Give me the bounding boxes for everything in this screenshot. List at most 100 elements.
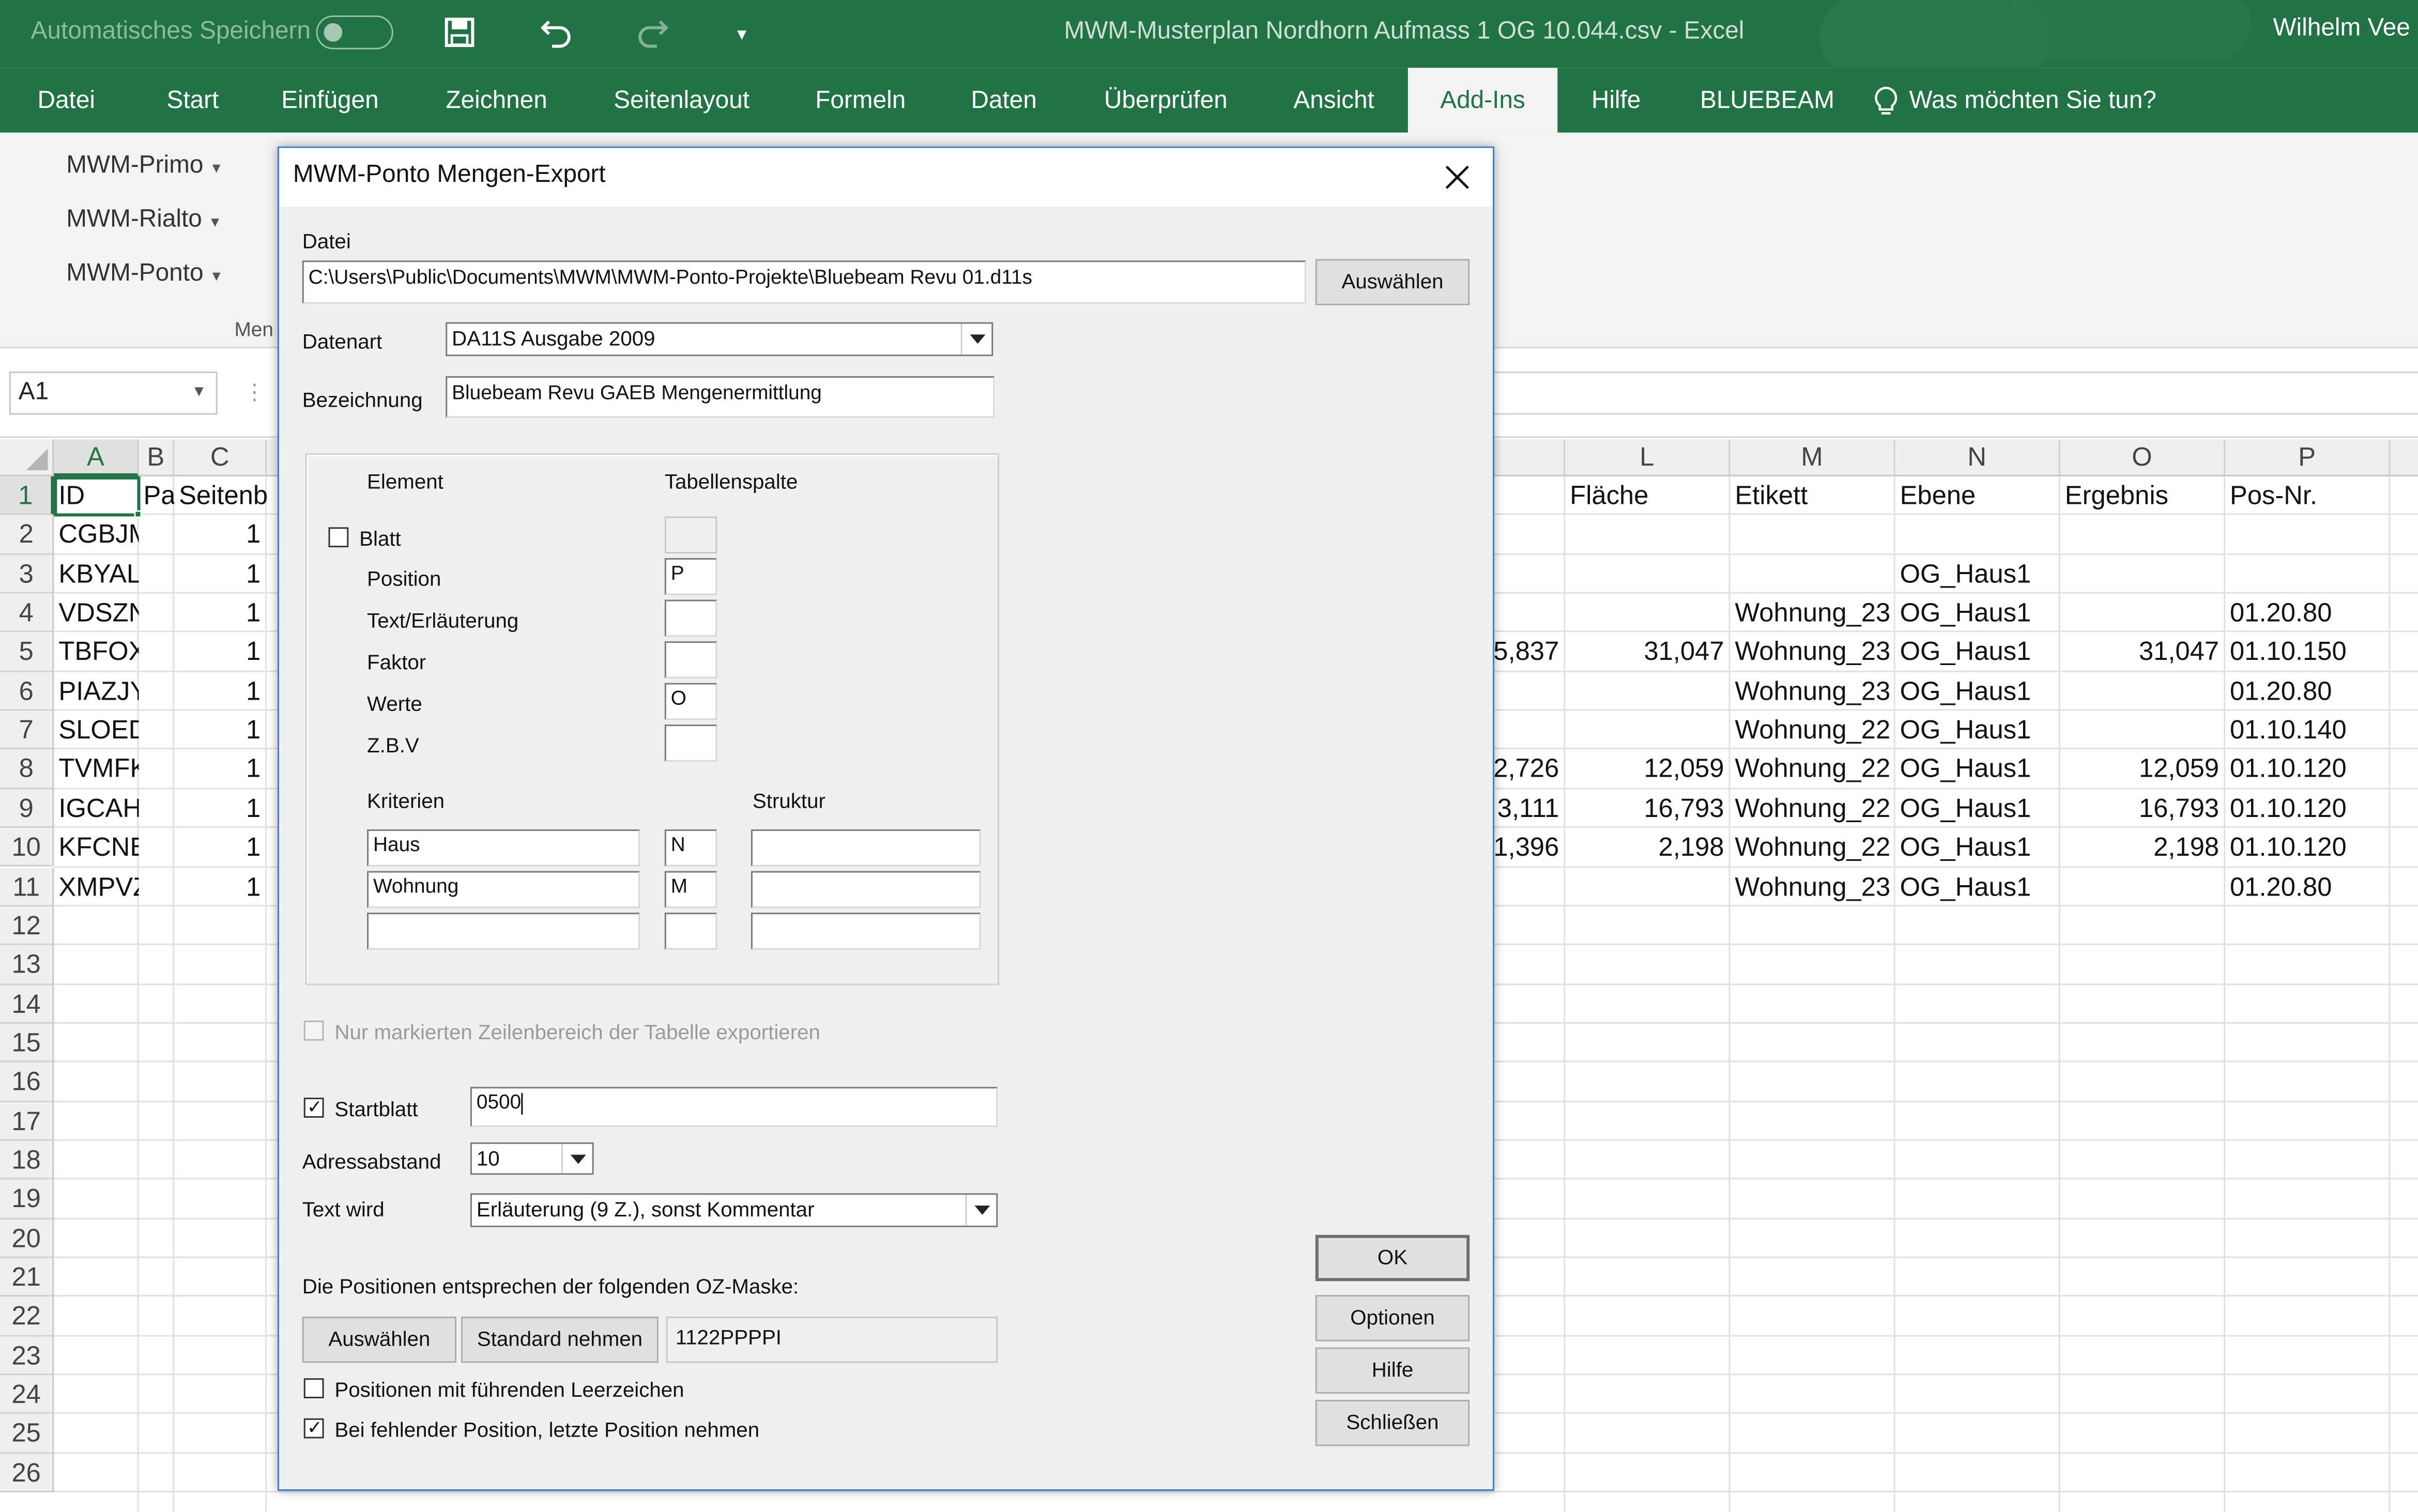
redo-icon[interactable] — [635, 16, 669, 56]
row-header[interactable]: 13 — [0, 945, 54, 985]
row-header[interactable]: 9 — [0, 789, 54, 828]
table-cell[interactable]: CGBJMM — [58, 515, 139, 554]
column-header-b[interactable]: B — [139, 439, 175, 476]
table-cell[interactable]: TBFOXZW — [58, 632, 139, 672]
adressabstand-select[interactable]: 10 — [470, 1142, 594, 1175]
table-cell[interactable]: VDSZNUE — [58, 594, 139, 633]
kriterium-3-column-field[interactable] — [664, 913, 717, 950]
column-header-a[interactable]: A — [54, 439, 139, 476]
row-header[interactable]: 14 — [0, 984, 54, 1024]
table-cell[interactable]: 01.10.120 — [2230, 828, 2418, 868]
row-header[interactable]: 26 — [0, 1453, 54, 1493]
row-header[interactable]: 20 — [0, 1218, 54, 1258]
table-cell[interactable]: Wohnung_22 — [1735, 828, 1896, 868]
table-cell[interactable]: Wohnung_23 — [1735, 867, 1896, 906]
customize-qat-icon[interactable]: ▾ — [737, 19, 746, 50]
table-cell[interactable]: 2,198 — [2060, 828, 2219, 868]
tab-formeln[interactable]: Formeln — [802, 68, 919, 132]
row-header[interactable]: 7 — [0, 711, 54, 750]
table-cell[interactable]: KFCNBAL — [58, 828, 139, 868]
column-header-p[interactable]: P — [2225, 439, 2391, 476]
datei-path-field[interactable]: C:\Users\Public\Documents\MWM\MWM-Ponto-… — [302, 260, 1306, 304]
row-header[interactable]: 2 — [0, 515, 54, 555]
kriterium-1-struktur-field[interactable] — [751, 829, 981, 867]
kriterium-3-name-field[interactable] — [367, 913, 640, 950]
mwm-ponto-button[interactable]: MWM-Ponto ▼ — [66, 260, 223, 288]
row-header[interactable]: 24 — [0, 1375, 54, 1414]
row-header[interactable]: 3 — [0, 554, 54, 594]
table-cell[interactable]: 31,047 — [1565, 632, 1724, 672]
table-cell[interactable]: OG_Haus1 — [1900, 711, 2127, 750]
column-header-l[interactable]: L — [1565, 439, 1731, 476]
table-cell[interactable]: OG_Haus1 — [1900, 672, 2127, 711]
dropdown-arrow-icon[interactable] — [561, 1144, 592, 1174]
undo-icon[interactable] — [540, 16, 574, 56]
column-header-n[interactable]: N — [1895, 439, 2060, 476]
name-box[interactable]: A1 ▼ — [9, 372, 218, 415]
row-header[interactable]: 8 — [0, 750, 54, 789]
fill-handle[interactable] — [134, 510, 142, 518]
datenart-select[interactable]: DA11S Ausgabe 2009 — [446, 322, 993, 357]
tab-ueberpruefen[interactable]: Überprüfen — [1085, 68, 1246, 132]
table-cell[interactable]: 1 — [174, 594, 261, 633]
table-cell[interactable]: Wohnung_23 — [1735, 594, 1896, 633]
column-header-m[interactable]: M — [1730, 439, 1895, 476]
ok-button[interactable]: OK — [1315, 1235, 1470, 1282]
kriterium-1-name-field[interactable]: Haus — [367, 829, 640, 867]
table-cell[interactable]: 1 — [174, 554, 261, 594]
text-column-field[interactable] — [664, 599, 717, 637]
row-header[interactable]: 1 — [0, 476, 54, 516]
table-cell[interactable]: 16,793 — [1565, 789, 1724, 828]
table-cell[interactable]: 1 — [174, 632, 261, 672]
table-cell[interactable]: 01.20.80 — [2230, 867, 2418, 906]
kriterium-2-struktur-field[interactable] — [751, 871, 981, 908]
row-header[interactable]: 10 — [0, 828, 54, 868]
table-cell[interactable]: OG_Haus1 — [1900, 554, 2127, 594]
select-all-corner[interactable] — [0, 439, 54, 476]
table-cell[interactable]: XMPVZZX — [58, 867, 139, 906]
kriterium-2-name-field[interactable]: Wohnung — [367, 871, 640, 908]
table-cell[interactable]: Wohnung_22 — [1735, 789, 1896, 828]
table-cell[interactable]: 01.10.120 — [2230, 789, 2418, 828]
tab-bluebeam[interactable]: BLUEBEAM — [1693, 68, 1841, 132]
table-cell[interactable]: Wohnung_23 — [1735, 632, 1896, 672]
column-header-o[interactable]: O — [2060, 439, 2226, 476]
mwm-primo-button[interactable]: MWM-Primo ▼ — [66, 152, 223, 180]
fuehrende-leerzeichen-checkbox[interactable] — [303, 1378, 324, 1398]
row-header[interactable]: 19 — [0, 1180, 54, 1219]
standard-nehmen-button[interactable]: Standard nehmen — [461, 1316, 659, 1363]
column-title-cell[interactable]: Etikett — [1735, 476, 1896, 516]
optionen-button[interactable]: Optionen — [1315, 1295, 1470, 1341]
table-cell[interactable]: 01.10.150 — [2230, 632, 2418, 672]
table-cell[interactable]: 1 — [174, 828, 261, 868]
oz-auswaehlen-button[interactable]: Auswählen — [302, 1316, 457, 1363]
blatt-checkbox[interactable] — [328, 527, 349, 548]
row-header[interactable]: 25 — [0, 1414, 54, 1454]
row-header[interactable]: 4 — [0, 593, 54, 633]
table-cell[interactable]: 31,047 — [2060, 632, 2219, 672]
datei-auswaehlen-button[interactable]: Auswählen — [1315, 259, 1470, 305]
table-cell[interactable]: KBYALIDE — [58, 554, 139, 594]
startblatt-field[interactable]: 0500 — [470, 1087, 998, 1127]
tab-ansicht[interactable]: Ansicht — [1280, 68, 1388, 132]
table-cell[interactable]: 1 — [174, 750, 261, 789]
dropdown-arrow-icon[interactable] — [965, 1195, 997, 1226]
row-header[interactable]: 21 — [0, 1258, 54, 1298]
table-cell[interactable]: Wohnung_22 — [1735, 711, 1896, 750]
dropdown-arrow-icon[interactable] — [960, 323, 992, 355]
text-wird-select[interactable]: Erläuterung (9 Z.), sonst Kommentar — [470, 1193, 998, 1227]
hilfe-button[interactable]: Hilfe — [1315, 1347, 1470, 1394]
table-cell[interactable]: OG_Haus1 — [1900, 867, 2127, 906]
mwm-rialto-button[interactable]: MWM-Rialto ▼ — [66, 207, 222, 235]
column-header-q[interactable] — [2390, 439, 2418, 476]
faktor-column-field[interactable] — [664, 641, 717, 678]
user-name[interactable]: Wilhelm Vee — [2273, 16, 2410, 43]
row-header[interactable]: 17 — [0, 1101, 54, 1141]
tab-hilfe[interactable]: Hilfe — [1579, 68, 1653, 132]
table-cell[interactable]: IGCAHRTI — [58, 789, 139, 828]
table-cell[interactable]: 01.10.120 — [2230, 750, 2418, 789]
row-header[interactable]: 12 — [0, 906, 54, 946]
position-column-field[interactable]: P — [664, 558, 717, 595]
row-header[interactable]: 18 — [0, 1140, 54, 1180]
row-header[interactable]: 23 — [0, 1336, 54, 1376]
